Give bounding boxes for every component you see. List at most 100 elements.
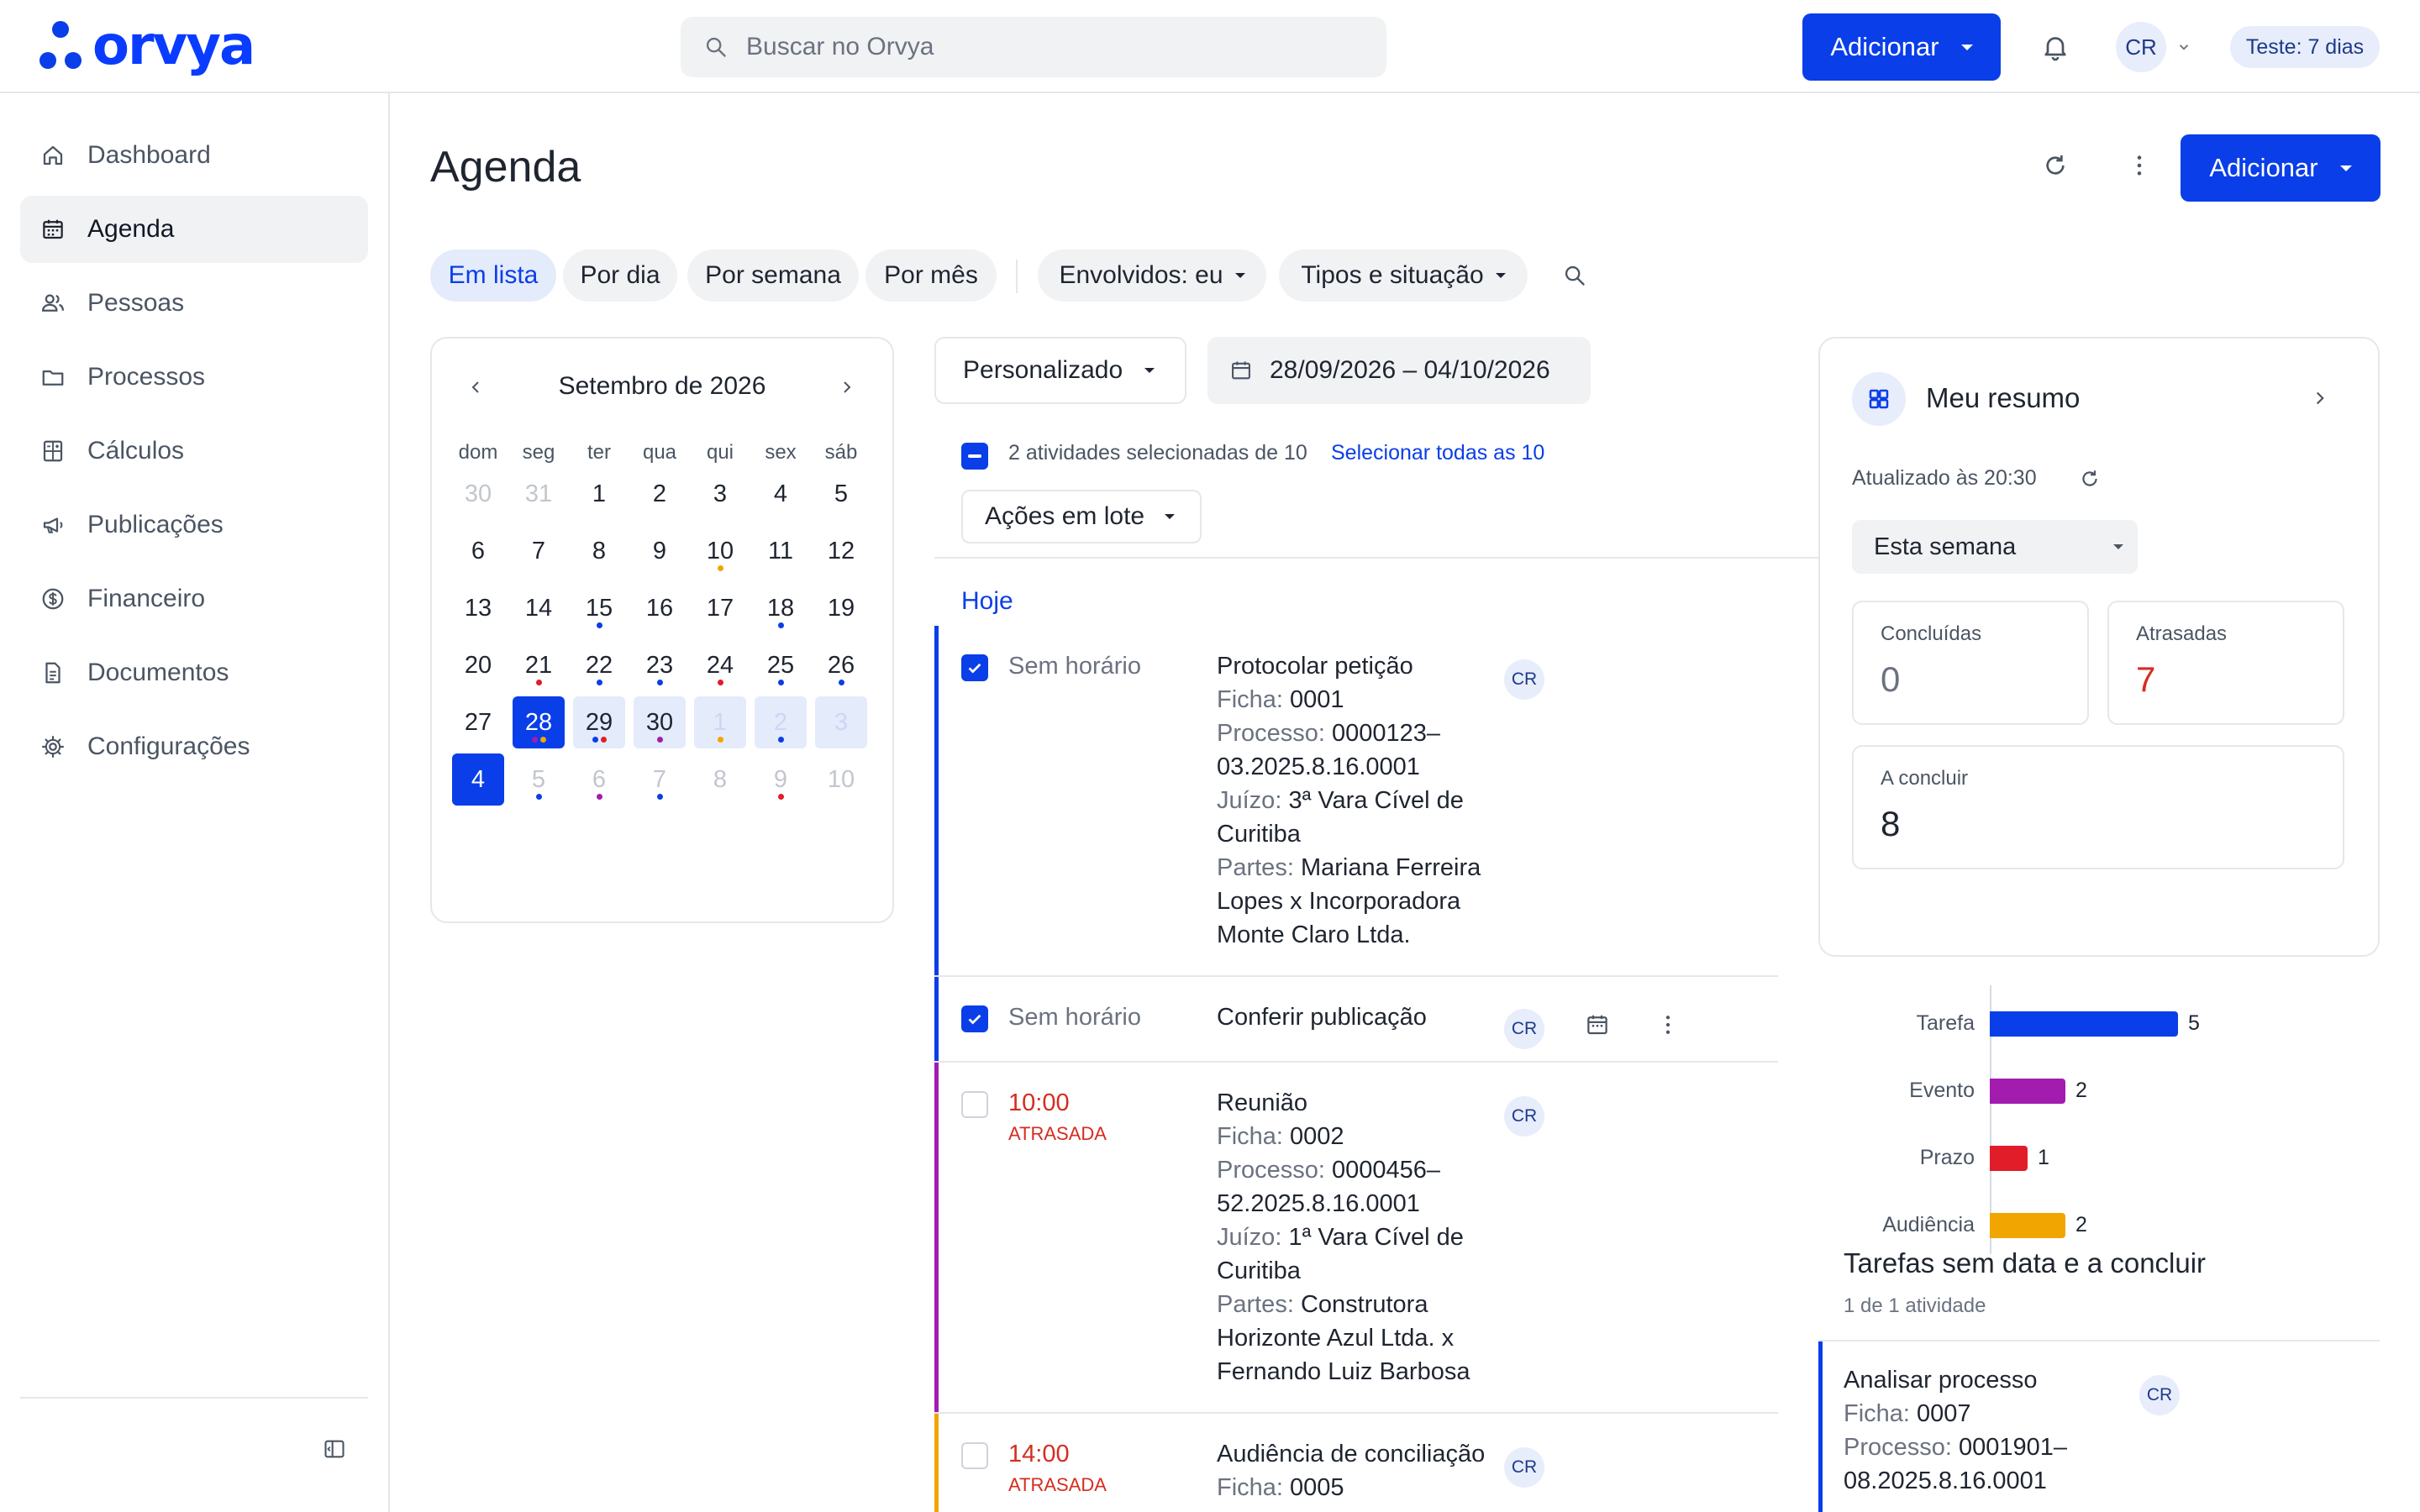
activity-item[interactable]: 14:00 ATRASADA Audiência de conciliação … [934,1414,1778,1512]
dashboard-grid-icon [1869,389,1889,409]
bulk-actions-button[interactable]: Ações em lote [961,490,1202,543]
calendar-day[interactable]: 15 [573,582,625,634]
calendar-day[interactable]: 14 [513,582,565,634]
calendar-day[interactable]: 7 [634,753,686,806]
sidebar-item-processos[interactable]: Processos [20,344,368,411]
calendar-day[interactable]: 29 [573,696,625,748]
trial-badge[interactable]: Teste: 7 dias [2230,26,2380,68]
calendar-day[interactable]: 6 [452,525,504,577]
calendar-day[interactable]: 9 [634,525,686,577]
search-icon[interactable] [1563,264,1586,287]
calendar-day-number: 14 [524,594,553,622]
range-preset-select[interactable]: Personalizado [934,337,1186,404]
calendar-day[interactable]: 24 [694,639,746,691]
tab-por-semana[interactable]: Por semana [687,249,859,302]
calendar-day[interactable]: 12 [815,525,867,577]
page-add-button[interactable]: Adicionar [2181,134,2381,202]
page-add-label: Adicionar [2209,153,2318,182]
sidebar-item-publicacoes[interactable]: Publicações [20,491,368,559]
calendar-day[interactable]: 4 [452,753,504,806]
calendar-day[interactable]: 4 [755,468,807,520]
date-range-field[interactable]: 28/09/2026 – 04/10/2026 [1207,337,1591,404]
sidebar-item-financeiro[interactable]: Financeiro [20,565,368,633]
top-add-button[interactable]: Adicionar [1802,13,2001,81]
refresh-icon[interactable] [2079,468,2101,490]
activity-checkbox[interactable] [961,1005,988,1032]
chevron-right-icon[interactable] [837,377,857,397]
calendar-day[interactable]: 17 [694,582,746,634]
sidebar-item-agenda[interactable]: Agenda [20,196,368,263]
activity-checkbox[interactable] [961,654,988,681]
more-vertical-icon[interactable] [2126,152,2153,179]
calendar-day[interactable]: 3 [694,468,746,520]
calendar-day[interactable]: 5 [513,753,565,806]
calendar-day[interactable]: 20 [452,639,504,691]
calendar-day[interactable]: 2 [755,696,807,748]
calendar-day[interactable]: 21 [513,639,565,691]
calendar-day[interactable]: 6 [573,753,625,806]
select-all-link[interactable]: Selecionar todas as 10 [1331,441,1544,465]
calendar-day[interactable]: 11 [755,525,807,577]
activity-item[interactable]: Sem horário Protocolar petição Ficha: 00… [934,626,1778,977]
calendar-day[interactable]: 27 [452,696,504,748]
sidebar-item-pessoas[interactable]: Pessoas [20,270,368,337]
chevron-down-icon [1144,368,1155,373]
select-all-checkbox[interactable] [961,443,988,470]
calendar-day-number: 17 [706,594,734,622]
sidebar-item-dashboard[interactable]: Dashboard [20,122,368,189]
activity-item[interactable]: 10:00 ATRASADA Reunião Ficha: 0002 Proce… [934,1063,1778,1414]
calendar-day[interactable]: 26 [815,639,867,691]
calendar-day[interactable]: 9 [755,753,807,806]
calendar-day[interactable]: 8 [573,525,625,577]
bell-icon[interactable] [2040,32,2070,62]
search-input[interactable]: Buscar no Orvya [681,17,1386,77]
calendar-day[interactable]: 5 [815,468,867,520]
calendar-day[interactable]: 8 [694,753,746,806]
calendar-day[interactable]: 30 [634,696,686,748]
sidebar-item-calculos[interactable]: Cálculos [20,417,368,485]
megaphone-icon [43,517,63,533]
calendar-day[interactable]: 22 [573,639,625,691]
calendar-day[interactable]: 1 [694,696,746,748]
tab-em-lista[interactable]: Em lista [430,249,556,302]
undated-task-ficha: Ficha: 0007 [1844,1400,1971,1427]
filter-tipos[interactable]: Tipos e situação [1279,249,1528,302]
undated-task-item[interactable]: Analisar processo Ficha: 0007 Processo: … [1818,1341,2380,1512]
period-select[interactable]: Esta semana [1852,520,2138,574]
event-dot [717,680,723,685]
collapse-sidebar-icon[interactable] [323,1437,346,1461]
calendar-day[interactable]: 10 [815,753,867,806]
calendar-day[interactable]: 13 [452,582,504,634]
calendar-day[interactable]: 23 [634,639,686,691]
tab-por-dia[interactable]: Por dia [563,249,677,302]
calendar-day[interactable]: 3 [815,696,867,748]
calendar-day[interactable]: 30 [452,468,504,520]
stat-concluidas[interactable]: Concluídas 0 [1852,601,2089,725]
sidebar-item-documentos[interactable]: Documentos [20,639,368,706]
activity-item[interactable]: Sem horário Conferir publicação CR [934,977,1778,1063]
more-vertical-icon[interactable] [1655,1012,1681,1037]
calendar-day[interactable]: 19 [815,582,867,634]
calendar-day[interactable]: 10 [694,525,746,577]
calendar-day-number: 4 [471,765,486,793]
chevron-right-icon[interactable] [2309,387,2331,409]
calendar-day[interactable]: 28 [513,696,565,748]
calendar-day[interactable]: 31 [513,468,565,520]
stat-atrasadas[interactable]: Atrasadas 7 [2107,601,2344,725]
calendar-day[interactable]: 7 [513,525,565,577]
stat-a-concluir[interactable]: A concluir 8 [1852,745,2344,869]
user-menu[interactable]: CR [2116,22,2191,72]
activity-checkbox[interactable] [961,1442,988,1469]
calendar-day[interactable]: 16 [634,582,686,634]
refresh-icon[interactable] [2042,152,2069,179]
calendar-day[interactable]: 18 [755,582,807,634]
orvya-logo[interactable]: orvya [39,18,255,74]
calendar-day[interactable]: 2 [634,468,686,520]
sidebar-item-configuracoes[interactable]: Configurações [20,713,368,780]
calendar-day[interactable]: 25 [755,639,807,691]
filter-envolvidos[interactable]: Envolvidos: eu [1038,249,1266,302]
activity-checkbox[interactable] [961,1091,988,1118]
reschedule-calendar-icon[interactable] [1585,1012,1610,1037]
calendar-day[interactable]: 1 [573,468,625,520]
tab-por-mes[interactable]: Por mês [865,249,997,302]
